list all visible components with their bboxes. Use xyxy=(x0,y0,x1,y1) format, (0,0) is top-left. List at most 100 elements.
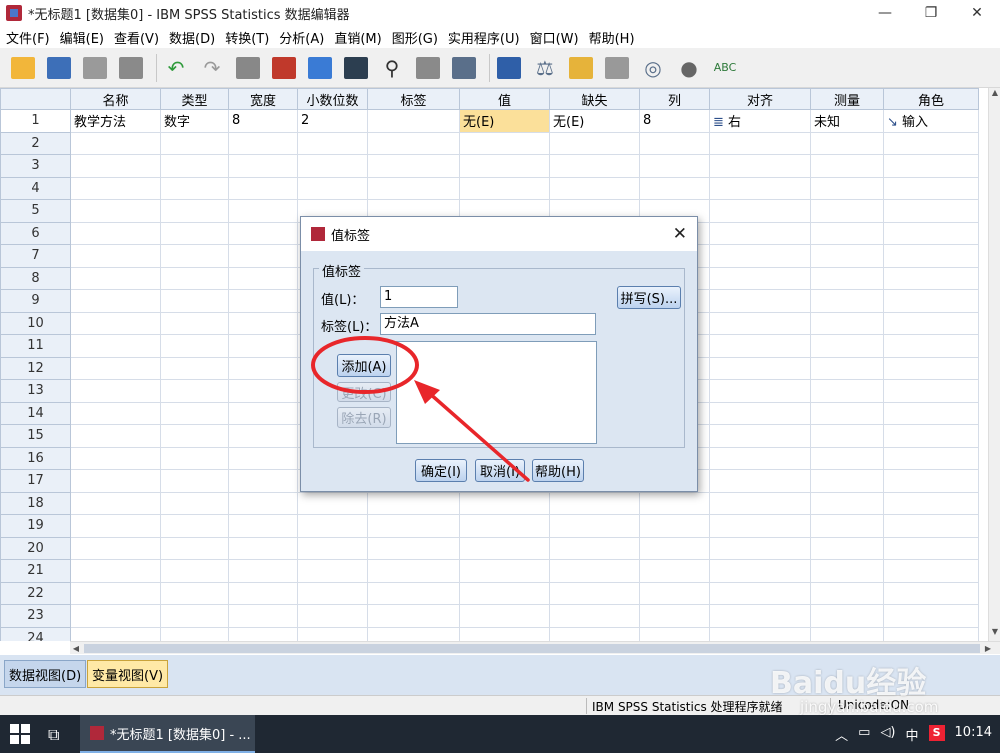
empty-cell[interactable] xyxy=(709,199,811,223)
cell-role[interactable]: ↘ 输入 xyxy=(883,109,979,133)
empty-cell[interactable] xyxy=(228,199,298,223)
empty-cell[interactable] xyxy=(297,536,368,560)
empty-cell[interactable] xyxy=(883,131,979,155)
empty-cell[interactable] xyxy=(810,199,884,223)
insert-variable-icon[interactable] xyxy=(341,53,371,83)
empty-cell[interactable] xyxy=(228,446,298,470)
value-labels-icon[interactable] xyxy=(602,53,632,83)
empty-cell[interactable] xyxy=(228,514,298,538)
spelling-icon[interactable]: ABC xyxy=(710,53,740,83)
empty-cell[interactable] xyxy=(160,446,229,470)
empty-cell[interactable] xyxy=(810,289,884,313)
empty-cell[interactable] xyxy=(70,244,161,268)
add-button[interactable]: 添加(A) xyxy=(337,354,391,377)
empty-cell[interactable] xyxy=(70,536,161,560)
clock[interactable]: 10:14 xyxy=(955,725,992,744)
empty-cell[interactable] xyxy=(549,581,640,605)
empty-cell[interactable] xyxy=(367,536,460,560)
empty-cell[interactable] xyxy=(709,581,811,605)
col-header-width[interactable]: 宽度 xyxy=(228,88,298,110)
tab-data-view[interactable]: 数据视图(D) xyxy=(4,660,87,688)
empty-cell[interactable] xyxy=(228,559,298,583)
row-number[interactable]: 20 xyxy=(0,536,71,560)
empty-cell[interactable] xyxy=(367,176,460,200)
row-number[interactable]: 13 xyxy=(0,379,71,403)
col-header-align[interactable]: 对齐 xyxy=(709,88,811,110)
empty-cell[interactable] xyxy=(709,424,811,448)
empty-cell[interactable] xyxy=(228,604,298,628)
col-header-decimals[interactable]: 小数位数 xyxy=(297,88,368,110)
col-header-type[interactable]: 类型 xyxy=(160,88,229,110)
help-button[interactable]: 帮助(H) xyxy=(532,459,584,482)
col-header-columns[interactable]: 列 xyxy=(639,88,710,110)
row-number[interactable]: 16 xyxy=(0,446,71,470)
scroll-down-icon[interactable]: ▼ xyxy=(989,627,1000,641)
network-icon[interactable]: ▭ xyxy=(858,725,870,744)
row-number[interactable]: 5 xyxy=(0,199,71,223)
menu-file[interactable]: 文件(F) xyxy=(4,28,58,47)
row-number[interactable]: 11 xyxy=(0,334,71,358)
row-number[interactable]: 23 xyxy=(0,604,71,628)
empty-cell[interactable] xyxy=(297,559,368,583)
change-button[interactable]: 更改(C) xyxy=(337,382,391,402)
empty-cell[interactable] xyxy=(228,334,298,358)
empty-cell[interactable] xyxy=(810,154,884,178)
empty-cell[interactable] xyxy=(70,356,161,380)
empty-cell[interactable] xyxy=(160,469,229,493)
menu-edit[interactable]: 编辑(E) xyxy=(58,28,112,47)
empty-cell[interactable] xyxy=(367,131,460,155)
menu-view[interactable]: 查看(V) xyxy=(112,28,167,47)
row-number[interactable]: 9 xyxy=(0,289,71,313)
empty-cell[interactable] xyxy=(810,401,884,425)
empty-cell[interactable] xyxy=(810,536,884,560)
ok-button[interactable]: 确定(I) xyxy=(415,459,467,482)
empty-cell[interactable] xyxy=(70,491,161,515)
menu-utilities[interactable]: 实用程序(U) xyxy=(446,28,528,47)
vertical-scrollbar[interactable]: ▲ ▼ xyxy=(988,88,1000,641)
insert-cases-icon[interactable] xyxy=(413,53,443,83)
empty-cell[interactable] xyxy=(70,604,161,628)
empty-cell[interactable] xyxy=(160,401,229,425)
empty-cell[interactable] xyxy=(709,244,811,268)
empty-cell[interactable] xyxy=(228,311,298,335)
empty-cell[interactable] xyxy=(709,536,811,560)
use-sets-icon[interactable]: ◎ xyxy=(638,53,668,83)
empty-cell[interactable] xyxy=(639,176,710,200)
empty-cell[interactable] xyxy=(883,446,979,470)
empty-cell[interactable] xyxy=(228,536,298,560)
row-number[interactable]: 14 xyxy=(0,401,71,425)
empty-cell[interactable] xyxy=(549,536,640,560)
row-number[interactable]: 24 xyxy=(0,626,71,641)
empty-cell[interactable] xyxy=(160,199,229,223)
tray-up-icon[interactable]: ︿ xyxy=(835,725,848,744)
row-number[interactable]: 19 xyxy=(0,514,71,538)
remove-button[interactable]: 除去(R) xyxy=(337,407,391,428)
empty-cell[interactable] xyxy=(228,581,298,605)
label-input[interactable]: 方法A xyxy=(380,313,596,335)
col-header-label[interactable]: 标签 xyxy=(367,88,460,110)
empty-cell[interactable] xyxy=(549,559,640,583)
empty-cell[interactable] xyxy=(160,131,229,155)
cell-missing[interactable]: 无(E) xyxy=(549,109,640,133)
empty-cell[interactable] xyxy=(639,154,710,178)
empty-cell[interactable] xyxy=(297,176,368,200)
cell-label[interactable] xyxy=(367,109,460,133)
empty-cell[interactable] xyxy=(639,131,710,155)
empty-cell[interactable] xyxy=(883,469,979,493)
scroll-left-icon[interactable]: ◀ xyxy=(70,642,82,655)
cell-measure[interactable]: 未知 xyxy=(810,109,884,133)
empty-cell[interactable] xyxy=(297,491,368,515)
weight-cases-icon[interactable]: ⚖ xyxy=(530,53,560,83)
empty-cell[interactable] xyxy=(297,514,368,538)
empty-cell[interactable] xyxy=(709,514,811,538)
menu-window[interactable]: 窗口(W) xyxy=(528,28,587,47)
undo-icon[interactable]: ↶ xyxy=(161,53,191,83)
dialog-recall-icon[interactable] xyxy=(116,53,146,83)
empty-cell[interactable] xyxy=(639,514,710,538)
print-icon[interactable] xyxy=(80,53,110,83)
row-number[interactable]: 6 xyxy=(0,221,71,245)
empty-cell[interactable] xyxy=(810,244,884,268)
empty-cell[interactable] xyxy=(160,559,229,583)
empty-cell[interactable] xyxy=(228,356,298,380)
goto-case-icon[interactable] xyxy=(233,53,263,83)
